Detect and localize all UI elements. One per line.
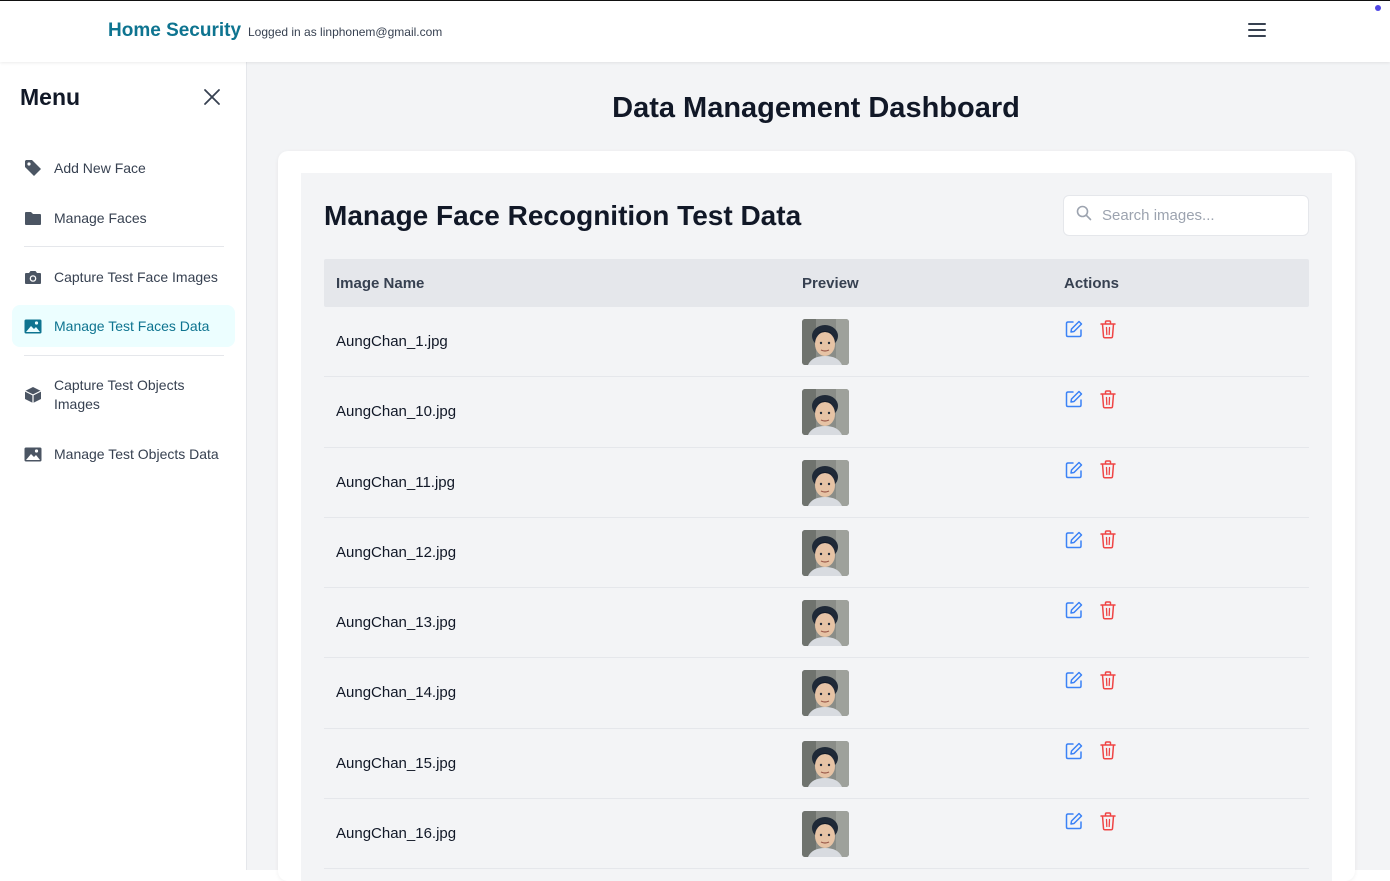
row-actions [1064, 389, 1118, 409]
image-preview[interactable] [802, 670, 849, 717]
image-preview[interactable] [802, 389, 849, 436]
edit-icon[interactable] [1064, 811, 1084, 831]
sidebar-item-add-new-face[interactable]: Add New Face [12, 147, 235, 189]
image-preview[interactable] [802, 740, 849, 787]
trash-icon[interactable] [1098, 811, 1118, 831]
trash-icon[interactable] [1098, 530, 1118, 550]
edit-icon[interactable] [1064, 600, 1084, 620]
camera-icon [12, 269, 54, 285]
cube-icon [12, 386, 54, 404]
content-card: Manage Face Recognition Test Data Image … [278, 151, 1355, 881]
table-row: AungChan_11.jpg [324, 448, 1309, 518]
sidebar-item-label: Capture Test Face Images [54, 268, 218, 285]
folder-icon [12, 210, 54, 226]
row-actions [1064, 600, 1118, 620]
trash-icon[interactable] [1098, 670, 1118, 690]
search-icon [1076, 205, 1092, 226]
row-actions [1064, 530, 1118, 550]
search-box[interactable] [1063, 195, 1309, 236]
sidebar-item-label: Capture Test Objects Images [54, 377, 185, 412]
close-icon[interactable] [201, 86, 223, 108]
column-header-image-name[interactable]: Image Name [336, 275, 424, 292]
image-preview[interactable] [802, 811, 849, 858]
login-status: Logged in as linphonem@gmail.com [248, 25, 443, 39]
edit-icon[interactable] [1064, 319, 1084, 339]
menu-title: Menu [20, 84, 81, 110]
sidebar-item-capture-test-objects-images[interactable]: Capture Test Objects Images [12, 374, 235, 416]
sidebar-item-capture-test-face-images[interactable]: Capture Test Face Images [12, 256, 235, 298]
section-title: Manage Face Recognition Test Data [324, 200, 802, 231]
column-header-preview[interactable]: Preview [802, 275, 859, 292]
table-row: AungChan_14.jpg [324, 658, 1309, 729]
edit-icon[interactable] [1064, 389, 1084, 409]
row-actions [1064, 741, 1118, 761]
trash-icon[interactable] [1098, 319, 1118, 339]
table-header: Image Name Preview Actions [324, 259, 1309, 307]
image-name: AungChan_16.jpg [336, 825, 457, 843]
edit-icon[interactable] [1064, 670, 1084, 690]
image-name: AungChan_11.jpg [336, 473, 455, 491]
image-name: AungChan_1.jpg [336, 333, 448, 350]
sidebar-item-manage-faces[interactable]: Manage Faces [12, 197, 235, 239]
edit-icon[interactable] [1064, 741, 1084, 761]
page-title: Data Management Dashboard [612, 92, 1020, 124]
sidebar-item-label: Add New Face [54, 159, 146, 176]
trash-icon[interactable] [1098, 460, 1118, 480]
sidebar-item-label: Manage Test Faces Data [54, 317, 210, 334]
image-icon [12, 319, 54, 334]
row-actions [1064, 319, 1118, 339]
row-actions [1064, 460, 1118, 480]
search-input[interactable] [1102, 207, 1292, 224]
image-name: AungChan_10.jpg [336, 403, 457, 421]
hamburger-icon[interactable] [1248, 23, 1268, 41]
sidebar-item-label: Manage Test Objects Data [54, 445, 219, 462]
row-actions [1064, 811, 1118, 831]
data-panel: Manage Face Recognition Test Data Image … [301, 173, 1332, 881]
table-body: AungChan_1.jpg AungChan_10.jpg AungChan_… [324, 307, 1309, 870]
sidebar-item-manage-test-faces-data[interactable]: Manage Test Faces Data [12, 305, 235, 347]
trash-icon[interactable] [1098, 389, 1118, 409]
notification-dot [1375, 5, 1381, 11]
table-row: AungChan_12.jpg [324, 518, 1309, 589]
table-row: AungChan_1.jpg [324, 307, 1309, 378]
image-name: AungChan_12.jpg [336, 543, 457, 561]
sidebar-divider [24, 246, 224, 247]
image-preview[interactable] [802, 459, 849, 506]
trash-icon[interactable] [1098, 600, 1118, 620]
sidebar: Menu Add New Face Manage Faces Capture T… [0, 62, 247, 870]
sidebar-item-label: Manage Faces [54, 209, 147, 226]
sidebar-item-manage-test-objects-data[interactable]: Manage Test Objects Data [12, 433, 235, 475]
image-preview[interactable] [802, 529, 849, 576]
row-actions [1064, 670, 1118, 690]
table-row: AungChan_10.jpg [324, 377, 1309, 448]
main-content: Data Management Dashboard Manage Face Re… [247, 62, 1390, 881]
image-icon [12, 447, 54, 462]
image-name: AungChan_15.jpg [336, 754, 457, 772]
tag-icon [12, 159, 54, 177]
trash-icon[interactable] [1098, 741, 1118, 761]
table-row: AungChan_15.jpg [324, 729, 1309, 800]
image-name: AungChan_14.jpg [336, 684, 457, 702]
image-preview[interactable] [802, 319, 849, 365]
top-navbar: Home Security Logged in as linphonem@gma… [0, 0, 1390, 62]
table-row: AungChan_13.jpg [324, 588, 1309, 659]
image-name: AungChan_13.jpg [336, 614, 457, 632]
edit-icon[interactable] [1064, 530, 1084, 550]
table-row: AungChan_16.jpg [324, 799, 1309, 870]
brand-logo[interactable]: Home Security [108, 20, 241, 42]
sidebar-divider [24, 355, 224, 356]
data-table: Image Name Preview Actions AungChan_1.jp… [324, 259, 1309, 870]
image-preview[interactable] [802, 600, 849, 647]
column-header-actions[interactable]: Actions [1064, 275, 1119, 292]
edit-icon[interactable] [1064, 460, 1084, 480]
